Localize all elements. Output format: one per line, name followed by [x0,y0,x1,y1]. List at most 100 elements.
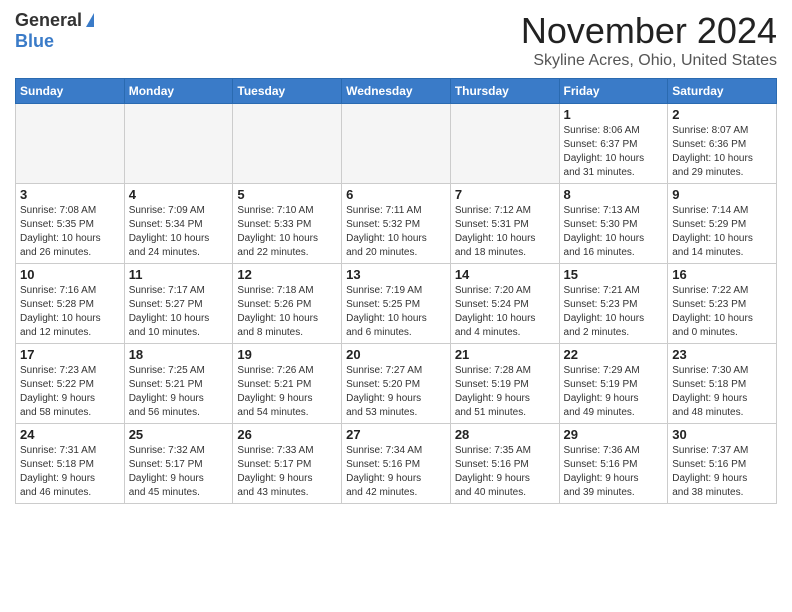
calendar-cell: 28 Sunrise: 7:35 AM Sunset: 5:16 PM Dayli… [450,424,559,504]
day-info: Sunrise: 7:11 AM Sunset: 5:32 PM Dayligh… [346,204,446,260]
calendar-cell: 7 Sunrise: 7:12 AM Sunset: 5:31 PM Daylig… [450,184,559,264]
logo-general-text: General [15,10,82,31]
logo-blue-text: Blue [15,31,54,52]
day-info: Sunrise: 7:12 AM Sunset: 5:31 PM Dayligh… [455,204,555,260]
calendar-cell: 20 Sunrise: 7:27 AM Sunset: 5:20 PM Dayli… [342,344,451,424]
calendar-cell: 2Sunrise: 8:07 AM Sunset: 6:36 PM Daylig… [668,104,777,184]
day-number: 27 [346,427,446,442]
calendar-cell [450,104,559,184]
calendar-cell: 21 Sunrise: 7:28 AM Sunset: 5:19 PM Dayli… [450,344,559,424]
day-info: Sunrise: 7:18 AM Sunset: 5:26 PM Dayligh… [237,284,337,340]
day-info: Sunrise: 7:27 AM Sunset: 5:20 PM Dayligh… [346,364,446,420]
calendar-cell: 9Sunrise: 7:14 AM Sunset: 5:29 PM Daylig… [668,184,777,264]
page-header: General Blue November 2024 Skyline Acres… [15,10,777,70]
day-info: Sunrise: 7:22 AM Sunset: 5:23 PM Dayligh… [672,284,772,340]
day-number: 21 [455,347,555,362]
calendar-cell: 1 Sunrise: 8:06 AM Sunset: 6:37 PM Daylig… [559,104,668,184]
day-number: 12 [237,267,337,282]
calendar-cell [124,104,233,184]
calendar-week-row: 10 Sunrise: 7:16 AM Sunset: 5:28 PM Dayli… [16,264,777,344]
day-number: 25 [129,427,229,442]
day-number: 1 [564,107,664,122]
day-of-week-header: Saturday [668,79,777,104]
day-of-week-header: Thursday [450,79,559,104]
calendar-cell: 22Sunrise: 7:29 AM Sunset: 5:19 PM Dayli… [559,344,668,424]
calendar-cell: 25 Sunrise: 7:32 AM Sunset: 5:17 PM Dayli… [124,424,233,504]
calendar-cell [16,104,125,184]
calendar-cell: 23Sunrise: 7:30 AM Sunset: 5:18 PM Dayli… [668,344,777,424]
logo: General Blue [15,10,94,52]
calendar-header-row: SundayMondayTuesdayWednesdayThursdayFrid… [16,79,777,104]
calendar-cell: 8 Sunrise: 7:13 AM Sunset: 5:30 PM Daylig… [559,184,668,264]
calendar-week-row: 17Sunrise: 7:23 AM Sunset: 5:22 PM Dayli… [16,344,777,424]
day-info: Sunrise: 7:17 AM Sunset: 5:27 PM Dayligh… [129,284,229,340]
title-block: November 2024 Skyline Acres, Ohio, Unite… [521,10,777,70]
calendar-cell: 6 Sunrise: 7:11 AM Sunset: 5:32 PM Daylig… [342,184,451,264]
calendar-cell: 13 Sunrise: 7:19 AM Sunset: 5:25 PM Dayli… [342,264,451,344]
calendar-table: SundayMondayTuesdayWednesdayThursdayFrid… [15,78,777,504]
day-number: 16 [672,267,772,282]
calendar-cell: 5Sunrise: 7:10 AM Sunset: 5:33 PM Daylig… [233,184,342,264]
day-of-week-header: Tuesday [233,79,342,104]
calendar-cell: 3 Sunrise: 7:08 AM Sunset: 5:35 PM Daylig… [16,184,125,264]
day-info: Sunrise: 7:31 AM Sunset: 5:18 PM Dayligh… [20,444,120,500]
day-of-week-header: Wednesday [342,79,451,104]
day-info: Sunrise: 7:08 AM Sunset: 5:35 PM Dayligh… [20,204,120,260]
calendar-cell [342,104,451,184]
day-of-week-header: Sunday [16,79,125,104]
day-number: 14 [455,267,555,282]
calendar-cell: 16 Sunrise: 7:22 AM Sunset: 5:23 PM Dayli… [668,264,777,344]
day-info: Sunrise: 7:26 AM Sunset: 5:21 PM Dayligh… [237,364,337,420]
calendar-cell: 19 Sunrise: 7:26 AM Sunset: 5:21 PM Dayli… [233,344,342,424]
day-info: Sunrise: 7:28 AM Sunset: 5:19 PM Dayligh… [455,364,555,420]
calendar-cell: 4Sunrise: 7:09 AM Sunset: 5:34 PM Daylig… [124,184,233,264]
day-number: 15 [564,267,664,282]
calendar-cell: 11 Sunrise: 7:17 AM Sunset: 5:27 PM Dayli… [124,264,233,344]
day-info: Sunrise: 7:34 AM Sunset: 5:16 PM Dayligh… [346,444,446,500]
day-number: 6 [346,187,446,202]
day-info: Sunrise: 7:32 AM Sunset: 5:17 PM Dayligh… [129,444,229,500]
day-number: 28 [455,427,555,442]
day-number: 23 [672,347,772,362]
calendar-cell [233,104,342,184]
day-number: 29 [564,427,664,442]
calendar-cell: 24 Sunrise: 7:31 AM Sunset: 5:18 PM Dayli… [16,424,125,504]
logo-triangle-icon [86,13,94,27]
day-info: Sunrise: 7:25 AM Sunset: 5:21 PM Dayligh… [129,364,229,420]
day-number: 4 [129,187,229,202]
calendar-week-row: 1 Sunrise: 8:06 AM Sunset: 6:37 PM Daylig… [16,104,777,184]
day-number: 11 [129,267,229,282]
month-title: November 2024 [521,10,777,52]
day-of-week-header: Friday [559,79,668,104]
day-number: 3 [20,187,120,202]
day-info: Sunrise: 7:16 AM Sunset: 5:28 PM Dayligh… [20,284,120,340]
day-number: 24 [20,427,120,442]
calendar-cell: 26Sunrise: 7:33 AM Sunset: 5:17 PM Dayli… [233,424,342,504]
day-info: Sunrise: 7:13 AM Sunset: 5:30 PM Dayligh… [564,204,664,260]
day-number: 19 [237,347,337,362]
day-info: Sunrise: 8:06 AM Sunset: 6:37 PM Dayligh… [564,124,664,180]
calendar-cell: 15Sunrise: 7:21 AM Sunset: 5:23 PM Dayli… [559,264,668,344]
day-number: 20 [346,347,446,362]
calendar-cell: 17Sunrise: 7:23 AM Sunset: 5:22 PM Dayli… [16,344,125,424]
calendar-cell: 29 Sunrise: 7:36 AM Sunset: 5:16 PM Dayli… [559,424,668,504]
day-number: 22 [564,347,664,362]
calendar-week-row: 24 Sunrise: 7:31 AM Sunset: 5:18 PM Dayli… [16,424,777,504]
day-number: 8 [564,187,664,202]
calendar-cell: 18 Sunrise: 7:25 AM Sunset: 5:21 PM Dayli… [124,344,233,424]
calendar-cell: 14 Sunrise: 7:20 AM Sunset: 5:24 PM Dayli… [450,264,559,344]
day-info: Sunrise: 7:19 AM Sunset: 5:25 PM Dayligh… [346,284,446,340]
day-info: Sunrise: 7:20 AM Sunset: 5:24 PM Dayligh… [455,284,555,340]
day-info: Sunrise: 7:35 AM Sunset: 5:16 PM Dayligh… [455,444,555,500]
day-of-week-header: Monday [124,79,233,104]
day-number: 13 [346,267,446,282]
day-number: 18 [129,347,229,362]
day-number: 5 [237,187,337,202]
day-number: 10 [20,267,120,282]
day-info: Sunrise: 7:36 AM Sunset: 5:16 PM Dayligh… [564,444,664,500]
calendar-cell: 27 Sunrise: 7:34 AM Sunset: 5:16 PM Dayli… [342,424,451,504]
calendar-cell: 12 Sunrise: 7:18 AM Sunset: 5:26 PM Dayli… [233,264,342,344]
day-number: 30 [672,427,772,442]
day-number: 26 [237,427,337,442]
day-number: 7 [455,187,555,202]
